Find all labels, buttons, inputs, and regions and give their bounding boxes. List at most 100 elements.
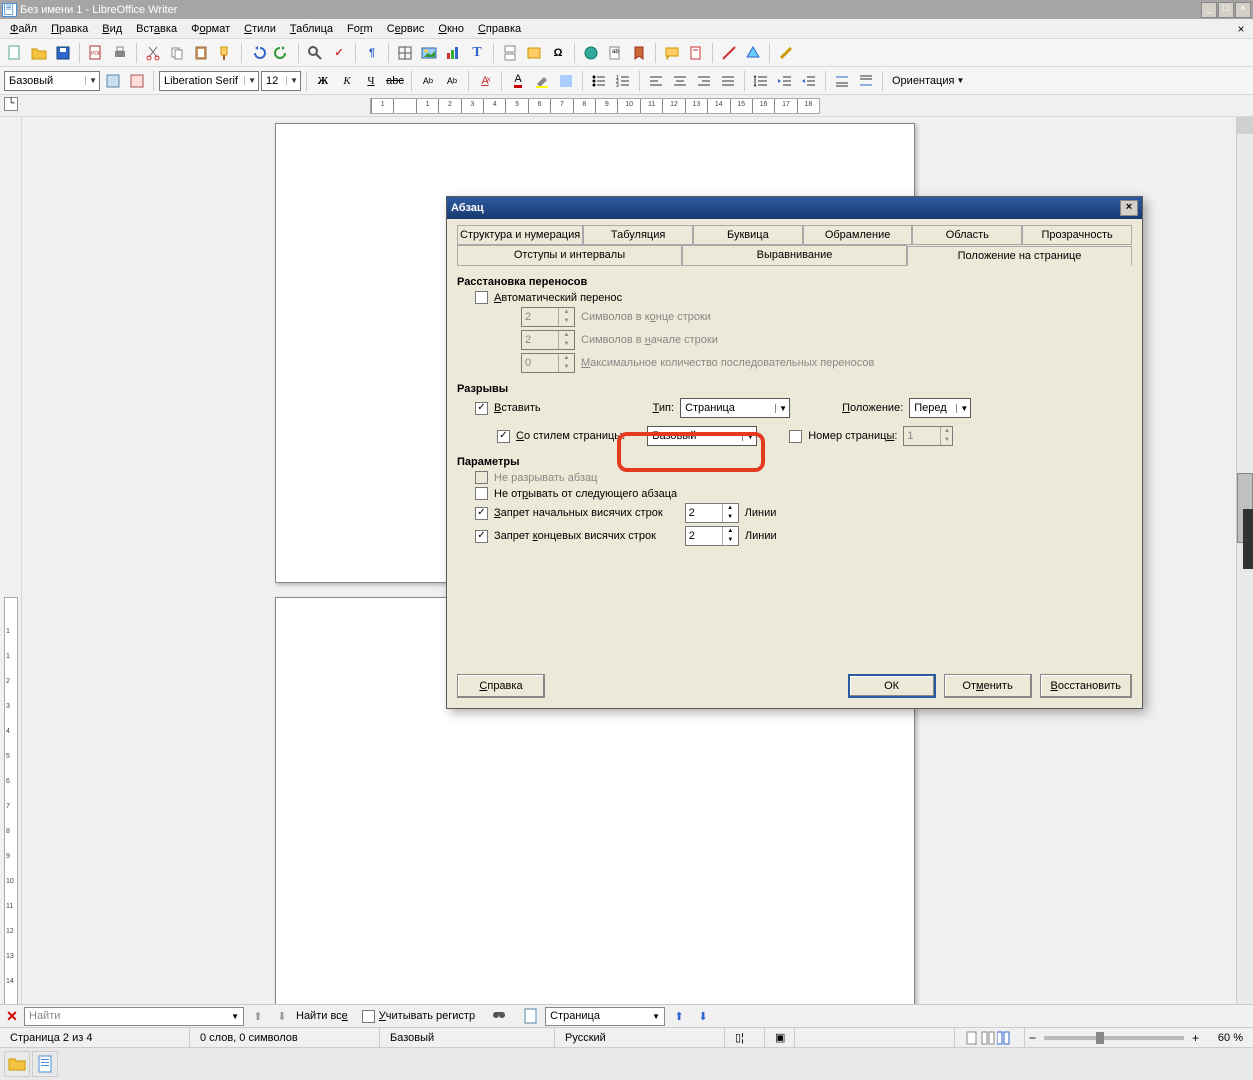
- orientation-button[interactable]: Ориентация ▼: [888, 75, 968, 87]
- taskbar-explorer-icon[interactable]: [4, 1051, 30, 1077]
- indent-inc-icon[interactable]: [774, 70, 796, 92]
- menu-styles[interactable]: Стили: [238, 21, 282, 37]
- page-number-checkbox[interactable]: [789, 430, 802, 443]
- indent-dec-icon[interactable]: [798, 70, 820, 92]
- tab-dropcaps[interactable]: Буквица: [693, 225, 803, 244]
- table-icon[interactable]: [394, 42, 416, 64]
- page-style-checkbox[interactable]: [497, 430, 510, 443]
- menu-format[interactable]: Формат: [185, 21, 236, 37]
- insert-break-checkbox[interactable]: [475, 402, 488, 415]
- menu-form[interactable]: Form: [341, 21, 379, 37]
- italic-icon[interactable]: К: [336, 70, 358, 92]
- tab-transparency[interactable]: Прозрачность: [1022, 225, 1132, 244]
- save-icon[interactable]: [52, 42, 74, 64]
- status-language[interactable]: Русский: [555, 1028, 725, 1047]
- cancel-button[interactable]: Отменить: [944, 674, 1032, 698]
- match-case-checkbox[interactable]: [362, 1010, 375, 1023]
- tab-alignment[interactable]: Выравнивание: [682, 245, 907, 265]
- page-style-combo[interactable]: Базовый▼: [647, 426, 757, 446]
- nav-next-icon[interactable]: ⬇: [693, 1006, 713, 1026]
- tab-borders[interactable]: Обрамление: [803, 225, 913, 244]
- chart-icon[interactable]: [442, 42, 464, 64]
- nav-doc-icon[interactable]: [521, 1006, 541, 1026]
- spellcheck-icon[interactable]: ✓: [328, 42, 350, 64]
- menu-window[interactable]: Окно: [432, 21, 470, 37]
- nav-prev-icon[interactable]: ⬆: [669, 1006, 689, 1026]
- char-bg-icon[interactable]: [555, 70, 577, 92]
- find-prev-icon[interactable]: ⬆: [248, 1006, 268, 1026]
- menu-table[interactable]: Таблица: [284, 21, 339, 37]
- hyperlink-icon[interactable]: [580, 42, 602, 64]
- maximize-button[interactable]: □: [1218, 2, 1234, 18]
- minimize-button[interactable]: _: [1201, 2, 1217, 18]
- increase-para-icon[interactable]: [831, 70, 853, 92]
- status-zoom-slider[interactable]: − +: [1025, 1028, 1203, 1047]
- break-position-combo[interactable]: Перед▼: [909, 398, 971, 418]
- status-view-layout[interactable]: [955, 1028, 1025, 1047]
- copy-icon[interactable]: [166, 42, 188, 64]
- export-pdf-icon[interactable]: PDF: [85, 42, 107, 64]
- widow-spinner[interactable]: ▲▼: [685, 503, 739, 523]
- strike-icon[interactable]: abc: [384, 70, 406, 92]
- tab-area[interactable]: Область: [912, 225, 1022, 244]
- menu-insert[interactable]: Вставка: [130, 21, 183, 37]
- find-replace-icon[interactable]: [489, 1006, 509, 1026]
- comment-icon[interactable]: [661, 42, 683, 64]
- track-changes-icon[interactable]: [685, 42, 707, 64]
- align-right-icon[interactable]: [693, 70, 715, 92]
- font-size-combo[interactable]: 12▼: [261, 71, 301, 91]
- help-button[interactable]: Справка: [457, 674, 545, 698]
- ok-button[interactable]: ОК: [848, 674, 936, 698]
- superscript-icon[interactable]: Ab: [417, 70, 439, 92]
- find-input[interactable]: Найти▼: [24, 1007, 244, 1026]
- close-findbar-icon[interactable]: ✕: [4, 1008, 20, 1025]
- menu-help[interactable]: Справка: [472, 21, 527, 37]
- close-document-button[interactable]: ×: [1233, 22, 1249, 36]
- bullets-icon[interactable]: [588, 70, 610, 92]
- highlight-color-icon[interactable]: [531, 70, 553, 92]
- widow-checkbox[interactable]: [475, 507, 488, 520]
- subscript-icon[interactable]: Ab: [441, 70, 463, 92]
- field-icon[interactable]: [523, 42, 545, 64]
- vertical-ruler[interactable]: 11234567891011121314: [0, 117, 22, 1008]
- new-style-icon[interactable]: [126, 70, 148, 92]
- keep-next-checkbox[interactable]: [475, 487, 488, 500]
- navigate-by-combo[interactable]: Страница▼: [545, 1007, 665, 1026]
- nonprinting-icon[interactable]: ¶: [361, 42, 383, 64]
- textbox-icon[interactable]: T: [466, 42, 488, 64]
- font-color-icon[interactable]: A: [507, 70, 529, 92]
- update-style-icon[interactable]: [102, 70, 124, 92]
- find-next-icon[interactable]: ⬇: [272, 1006, 292, 1026]
- bookmark-icon[interactable]: [628, 42, 650, 64]
- numbering-icon[interactable]: 123: [612, 70, 634, 92]
- undo-icon[interactable]: [247, 42, 269, 64]
- tab-outline[interactable]: Структура и нумерация: [457, 225, 583, 244]
- orphan-spinner[interactable]: ▲▼: [685, 526, 739, 546]
- tab-textflow[interactable]: Положение на странице: [907, 246, 1132, 266]
- dialog-close-button[interactable]: ×: [1120, 200, 1138, 216]
- find-icon[interactable]: [304, 42, 326, 64]
- taskbar-writer-icon[interactable]: [32, 1051, 58, 1077]
- reset-button[interactable]: Восстановить: [1040, 674, 1132, 698]
- clear-format-icon[interactable]: Aͯ: [474, 70, 496, 92]
- print-icon[interactable]: [109, 42, 131, 64]
- menu-view[interactable]: Вид: [96, 21, 128, 37]
- open-icon[interactable]: [28, 42, 50, 64]
- clone-format-icon[interactable]: [214, 42, 236, 64]
- draw-functions-icon[interactable]: [775, 42, 797, 64]
- auto-hyphen-checkbox[interactable]: [475, 291, 488, 304]
- status-page[interactable]: Страница 2 из 4: [0, 1028, 190, 1047]
- font-name-combo[interactable]: Liberation Serif▼: [159, 71, 259, 91]
- pagebreak-icon[interactable]: [499, 42, 521, 64]
- new-doc-icon[interactable]: [4, 42, 26, 64]
- align-left-icon[interactable]: [645, 70, 667, 92]
- close-window-button[interactable]: ×: [1235, 2, 1251, 18]
- status-signature[interactable]: [795, 1028, 955, 1047]
- redo-icon[interactable]: [271, 42, 293, 64]
- menu-edit[interactable]: Правка: [45, 21, 94, 37]
- decrease-para-icon[interactable]: [855, 70, 877, 92]
- tabstop-type-icon[interactable]: └: [4, 97, 18, 111]
- status-insert-mode[interactable]: ▯¦: [725, 1028, 765, 1047]
- underline-icon[interactable]: Ч: [360, 70, 382, 92]
- line-spacing-icon[interactable]: [750, 70, 772, 92]
